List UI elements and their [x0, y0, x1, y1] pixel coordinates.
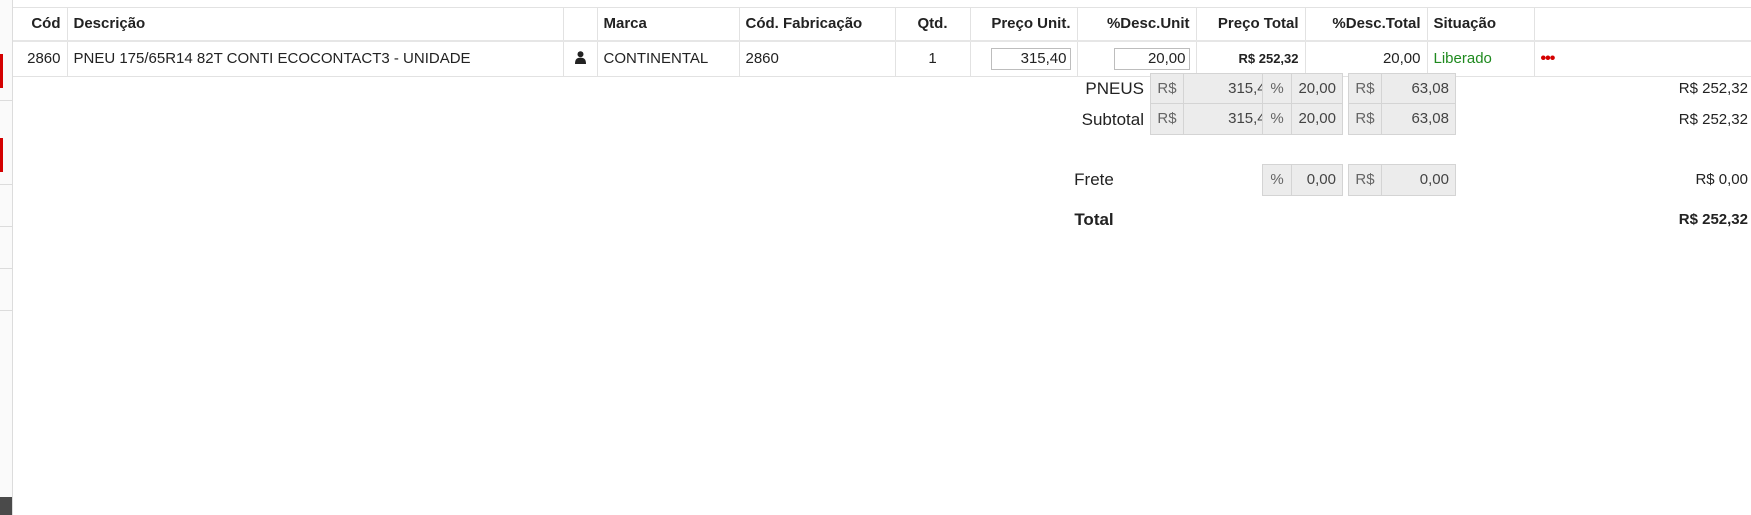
subtotal-label: Subtotal — [1081, 110, 1144, 129]
cell-descricao: PNEU 175/65R14 82T CONTI ECOCONTACT3 - U… — [67, 40, 564, 77]
gutter-corner — [0, 497, 12, 515]
col-header-marca[interactable]: Marca — [597, 7, 740, 41]
percent-prefix: % — [1263, 104, 1292, 134]
frete-total: R$ 0,00 — [1695, 171, 1748, 188]
table-header-row: Cód Descrição Marca Cód. Fabricação Qtd.… — [13, 7, 1751, 41]
row-marker — [0, 138, 3, 172]
pneus-desconto-field[interactable]: R$ 63,08 — [1348, 73, 1456, 105]
left-gutter — [0, 0, 13, 515]
frete-valor-value: 0,00 — [1419, 171, 1449, 188]
cell-preco-total: R$ 252,32 — [1196, 40, 1306, 77]
divider — [0, 268, 12, 269]
col-header-desc-unit[interactable]: %Desc.Unit — [1077, 7, 1197, 41]
frete-pct-field[interactable]: % 0,00 — [1262, 164, 1343, 196]
currency-prefix: R$ — [1349, 165, 1382, 195]
col-header-preco-total[interactable]: Preço Total — [1196, 7, 1306, 41]
total-label-text: Total — [1074, 210, 1114, 229]
preco-unit-input[interactable] — [990, 47, 1071, 70]
frete-label-text: Frete — [1074, 170, 1114, 189]
currency-prefix: R$ — [1349, 74, 1382, 104]
pneus-pct-field[interactable]: % 20,00 — [1262, 73, 1343, 105]
cell-desc-unit — [1077, 40, 1197, 77]
status-liberado: Liberado — [1427, 40, 1535, 77]
currency-prefix: R$ — [1151, 104, 1184, 134]
col-header-cod[interactable]: Cód — [13, 7, 68, 41]
col-header-desc-total[interactable]: %Desc.Total — [1305, 7, 1428, 41]
percent-prefix: % — [1263, 165, 1292, 195]
subtotal-total: R$ 252,32 — [1678, 111, 1748, 128]
frete-pct-value: 0,00 — [1306, 171, 1336, 188]
col-header-qtd[interactable]: Qtd. — [895, 7, 971, 41]
cell-cod: 2860 — [13, 40, 68, 77]
items-table: Cód Descrição Marca Cód. Fabricação Qtd.… — [13, 7, 1751, 77]
col-header-descricao[interactable]: Descrição — [67, 7, 564, 41]
cell-qtd: 1 — [895, 40, 971, 77]
user-icon[interactable] — [574, 50, 586, 68]
col-header-situacao[interactable]: Situação — [1427, 7, 1535, 41]
table-row[interactable]: 2860 PNEU 175/65R14 82T CONTI ECOCONTACT… — [13, 40, 1751, 77]
divider — [0, 184, 12, 185]
cell-cod-fabricacao: 2860 — [739, 40, 896, 77]
grand-total: R$ 252,32 — [1678, 211, 1748, 228]
subtotal-desconto-field[interactable]: R$ 63,08 — [1348, 103, 1456, 135]
divider — [0, 100, 12, 101]
desc-unit-input[interactable] — [1113, 47, 1190, 70]
percent-prefix: % — [1263, 74, 1292, 104]
pneus-label: PNEUS — [1085, 79, 1144, 98]
cell-desc-total: 20,00 — [1305, 40, 1428, 77]
row-marker — [0, 54, 3, 88]
col-header-cod-fabricacao[interactable]: Cód. Fabricação — [739, 7, 896, 41]
cell-marca: CONTINENTAL — [597, 40, 740, 77]
subtotal-pct-value: 20,00 — [1298, 110, 1336, 127]
pneus-total: R$ 252,32 — [1678, 80, 1748, 97]
divider — [0, 310, 12, 311]
frete-valor-field[interactable]: R$ 0,00 — [1348, 164, 1456, 196]
subtotal-pct-field[interactable]: % 20,00 — [1262, 103, 1343, 135]
currency-prefix: R$ — [1349, 104, 1382, 134]
total-label: Total — [1010, 210, 1144, 230]
cell-user[interactable] — [563, 40, 598, 77]
cell-actions[interactable]: ••• — [1534, 41, 1751, 77]
more-dots-icon[interactable]: ••• — [1541, 50, 1556, 67]
pneus-pct-value: 20,00 — [1298, 80, 1336, 97]
divider — [0, 226, 12, 227]
frete-label: Frete — [1010, 170, 1144, 190]
cell-preco-unit — [970, 40, 1078, 77]
currency-prefix: R$ — [1151, 74, 1184, 104]
col-header-blank — [563, 7, 598, 41]
col-header-preco-unit[interactable]: Preço Unit. — [970, 7, 1078, 41]
pneus-desconto-value: 63,08 — [1411, 80, 1449, 97]
col-header-actions — [1534, 8, 1751, 41]
subtotal-desconto-value: 63,08 — [1411, 110, 1449, 127]
